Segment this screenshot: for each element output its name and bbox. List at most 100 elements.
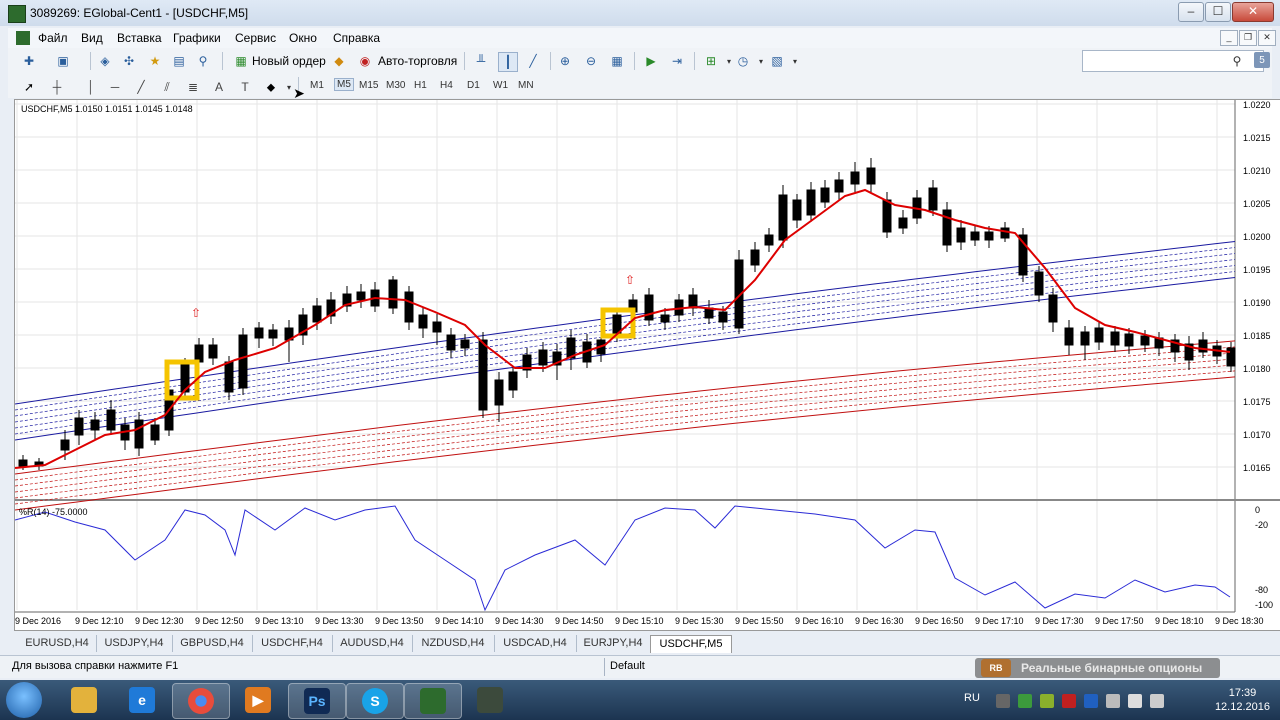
vertical-line-icon[interactable]: │ <box>82 78 100 96</box>
mdi-minimize-icon[interactable]: _ <box>1220 30 1238 46</box>
menu-file[interactable]: Файл <box>38 31 68 45</box>
bluetooth-icon[interactable] <box>1084 694 1098 708</box>
tab-usdchf-m5[interactable]: USDCHF,M5 <box>650 635 732 653</box>
candlestick-chart-icon[interactable]: ┃ <box>498 52 518 72</box>
trendline-icon[interactable]: ╱ <box>132 78 150 96</box>
search-icon[interactable]: ⚲ <box>1228 52 1246 70</box>
auto-trading-button[interactable]: Авто-торговля <box>378 54 457 68</box>
text-icon[interactable]: A <box>210 78 228 96</box>
menu-window[interactable]: Окно <box>289 31 317 45</box>
taskbar-metatrader[interactable] <box>404 683 462 719</box>
taskbar-ie[interactable]: e <box>114 683 170 717</box>
mdi-close-icon[interactable]: ✕ <box>1258 30 1276 46</box>
price-chart[interactable]: ⇧⇧ <box>15 100 1280 630</box>
taskbar-terminal[interactable] <box>462 683 518 717</box>
fibonacci-icon[interactable]: ≣ <box>184 78 202 96</box>
line-chart-icon[interactable]: ╱ <box>524 52 542 70</box>
arrows-icon[interactable]: ⬥ <box>262 78 280 96</box>
time-tick-label: 9 Dec 16:50 <box>915 616 964 626</box>
market-watch-icon[interactable]: ◈ <box>96 52 114 70</box>
start-button[interactable] <box>6 682 42 718</box>
crosshair-icon[interactable]: ┼ <box>48 78 66 96</box>
tf-h1[interactable]: H1 <box>414 80 427 91</box>
tab-audusd-h4[interactable]: AUDUSD,H4 <box>332 635 413 652</box>
templates-icon[interactable]: ▧ <box>768 52 786 70</box>
taskbar-photoshop[interactable]: Ps <box>288 683 346 719</box>
chart-window-icon[interactable] <box>16 31 30 45</box>
tab-nzdusd-h4[interactable]: NZDUSD,H4 <box>412 635 495 652</box>
tray-icon[interactable] <box>996 694 1010 708</box>
new-chart-icon[interactable]: ✚ <box>20 52 38 70</box>
zoom-in-icon[interactable]: ⊕ <box>556 52 574 70</box>
navigator-icon[interactable]: ✣ <box>120 52 138 70</box>
bearish-candle <box>494 379 504 406</box>
taskbar-explorer[interactable] <box>56 683 112 717</box>
chevron-down-icon[interactable]: ▾ <box>786 52 804 70</box>
tile-windows-icon[interactable]: ▦ <box>608 52 626 70</box>
data-window-icon[interactable]: ★ <box>146 52 164 70</box>
tf-m15[interactable]: M15 <box>359 80 378 91</box>
zoom-out-icon[interactable]: ⊖ <box>582 52 600 70</box>
taskbar-chrome[interactable] <box>172 683 230 719</box>
tf-m30[interactable]: M30 <box>386 80 405 91</box>
metatrader-icon <box>420 688 446 714</box>
chart-window[interactable]: ⇧ ⇧ USDCHF,M5 1.0150 1.0151 1.0145 1.0148… <box>14 99 1280 631</box>
bearish-candle <box>106 409 116 431</box>
channel-icon[interactable]: ⫽ <box>158 78 176 96</box>
indicators-icon[interactable]: ⊞ <box>702 52 720 70</box>
auto-scroll-icon[interactable]: ▶ <box>642 52 660 70</box>
tray-icon[interactable] <box>1018 694 1032 708</box>
metaeditor-icon[interactable]: ◆ <box>330 52 348 70</box>
tray-icon[interactable] <box>1062 694 1076 708</box>
new-order-icon[interactable]: ▦ <box>232 52 250 70</box>
tab-usdjpy-h4[interactable]: USDJPY,H4 <box>96 635 173 652</box>
menu-help[interactable]: Справка <box>333 31 380 45</box>
close-button[interactable]: ✕ <box>1232 2 1274 22</box>
menu-view[interactable]: Вид <box>81 31 103 45</box>
tf-d1[interactable]: D1 <box>467 80 480 91</box>
bearish-candle <box>1064 327 1074 346</box>
bar-chart-icon[interactable]: ╨ <box>472 52 490 70</box>
tab-usdchf-h4[interactable]: USDCHF,H4 <box>252 635 333 652</box>
taskbar-skype[interactable]: S <box>346 683 404 719</box>
menu-charts[interactable]: Графики <box>173 31 221 45</box>
chart-shift-icon[interactable]: ⇥ <box>668 52 686 70</box>
tab-eurusd-h4[interactable]: EURUSD,H4 <box>18 635 97 652</box>
tray-icon[interactable] <box>1040 694 1054 708</box>
tf-mn[interactable]: MN <box>518 80 534 91</box>
tab-eurjpy-h4[interactable]: EURJPY,H4 <box>576 635 651 652</box>
time-tick-label: 9 Dec 17:30 <box>1035 616 1084 626</box>
volume-icon[interactable] <box>1150 694 1164 708</box>
language-indicator[interactable]: RU <box>964 692 980 704</box>
profiles-icon[interactable]: ▣ <box>54 52 72 70</box>
tf-w1[interactable]: W1 <box>493 80 508 91</box>
tab-gbpusd-h4[interactable]: GBPUSD,H4 <box>172 635 253 652</box>
text-label-icon[interactable]: T <box>236 78 254 96</box>
mail-icon[interactable]: 5 <box>1254 52 1270 68</box>
bearish-candle <box>882 199 892 233</box>
horizontal-line-icon[interactable]: ─ <box>106 78 124 96</box>
maximize-button[interactable]: ☐ <box>1205 2 1231 22</box>
new-order-button[interactable]: Новый ордер <box>252 54 326 68</box>
price-tick-label: 1.0210 <box>1243 166 1271 176</box>
tf-m5[interactable]: M5 <box>334 78 354 91</box>
taskbar-media[interactable]: ▶ <box>230 683 286 717</box>
terminal-icon[interactable]: ▤ <box>170 52 188 70</box>
strategy-tester-icon[interactable]: ⚲ <box>194 52 212 70</box>
tf-h4[interactable]: H4 <box>440 80 453 91</box>
minimize-button[interactable]: ‒ <box>1178 2 1204 22</box>
network-icon[interactable] <box>1128 694 1142 708</box>
menu-insert[interactable]: Вставка <box>117 31 162 45</box>
time-tick-label: 9 Dec 12:10 <box>75 616 124 626</box>
menu-tools[interactable]: Сервис <box>235 31 276 45</box>
time-tick-label: 9 Dec 17:50 <box>1095 616 1144 626</box>
tf-m1[interactable]: M1 <box>310 80 324 91</box>
clock[interactable]: 17:39 12.12.2016 <box>1215 686 1270 714</box>
cursor-icon[interactable]: ➚ <box>20 78 38 96</box>
battery-icon[interactable] <box>1106 694 1120 708</box>
mdi-restore-icon[interactable]: ❐ <box>1239 30 1257 46</box>
periods-icon[interactable]: ◷ <box>734 52 752 70</box>
auto-trading-icon[interactable]: ◉ <box>356 52 374 70</box>
bearish-candle <box>224 361 234 393</box>
tab-usdcad-h4[interactable]: USDCAD,H4 <box>494 635 577 652</box>
